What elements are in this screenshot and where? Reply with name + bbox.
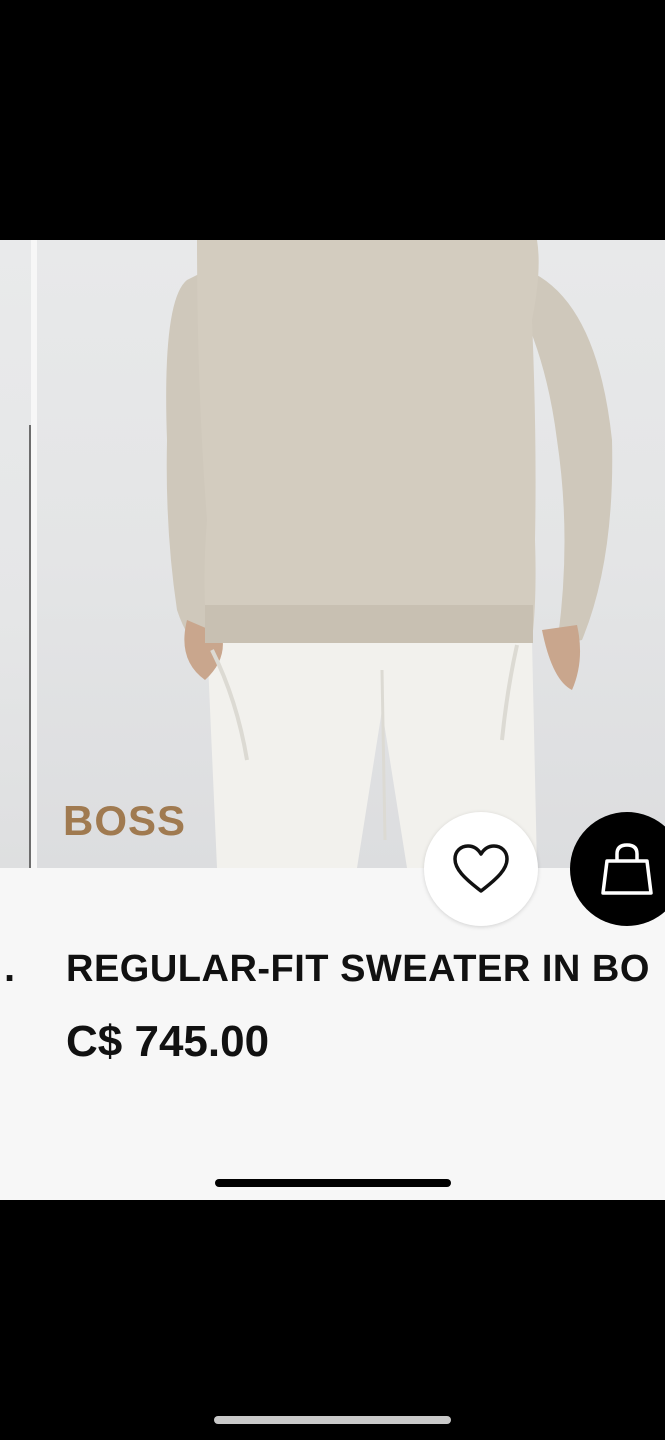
system-home-indicator[interactable]: [214, 1416, 451, 1424]
model-photo: [166, 240, 613, 868]
previous-product-title: .: [4, 946, 16, 990]
product-carousel[interactable]: . BOSS REGULAR-FIT SWEATER IN BO C$ 745.…: [0, 240, 665, 1200]
image-divider: [29, 425, 31, 868]
product-card[interactable]: BOSS REGULAR-FIT SWEATER IN BO C$ 745.00: [37, 240, 665, 1200]
previous-product-image[interactable]: [0, 240, 31, 868]
heart-icon: [453, 844, 509, 893]
product-title[interactable]: REGULAR-FIT SWEATER IN BO: [66, 946, 650, 992]
add-to-wishlist-button[interactable]: [424, 812, 538, 926]
top-letterbox: [0, 0, 665, 240]
product-price: C$ 745.00: [66, 1017, 270, 1066]
bottom-letterbox: [0, 1200, 665, 1440]
shopping-bag-icon: [601, 843, 653, 895]
previous-product-card[interactable]: .: [0, 240, 31, 1200]
product-image[interactable]: BOSS: [37, 240, 665, 868]
brand-logo: BOSS: [63, 797, 187, 844]
home-indicator[interactable]: [215, 1179, 451, 1187]
